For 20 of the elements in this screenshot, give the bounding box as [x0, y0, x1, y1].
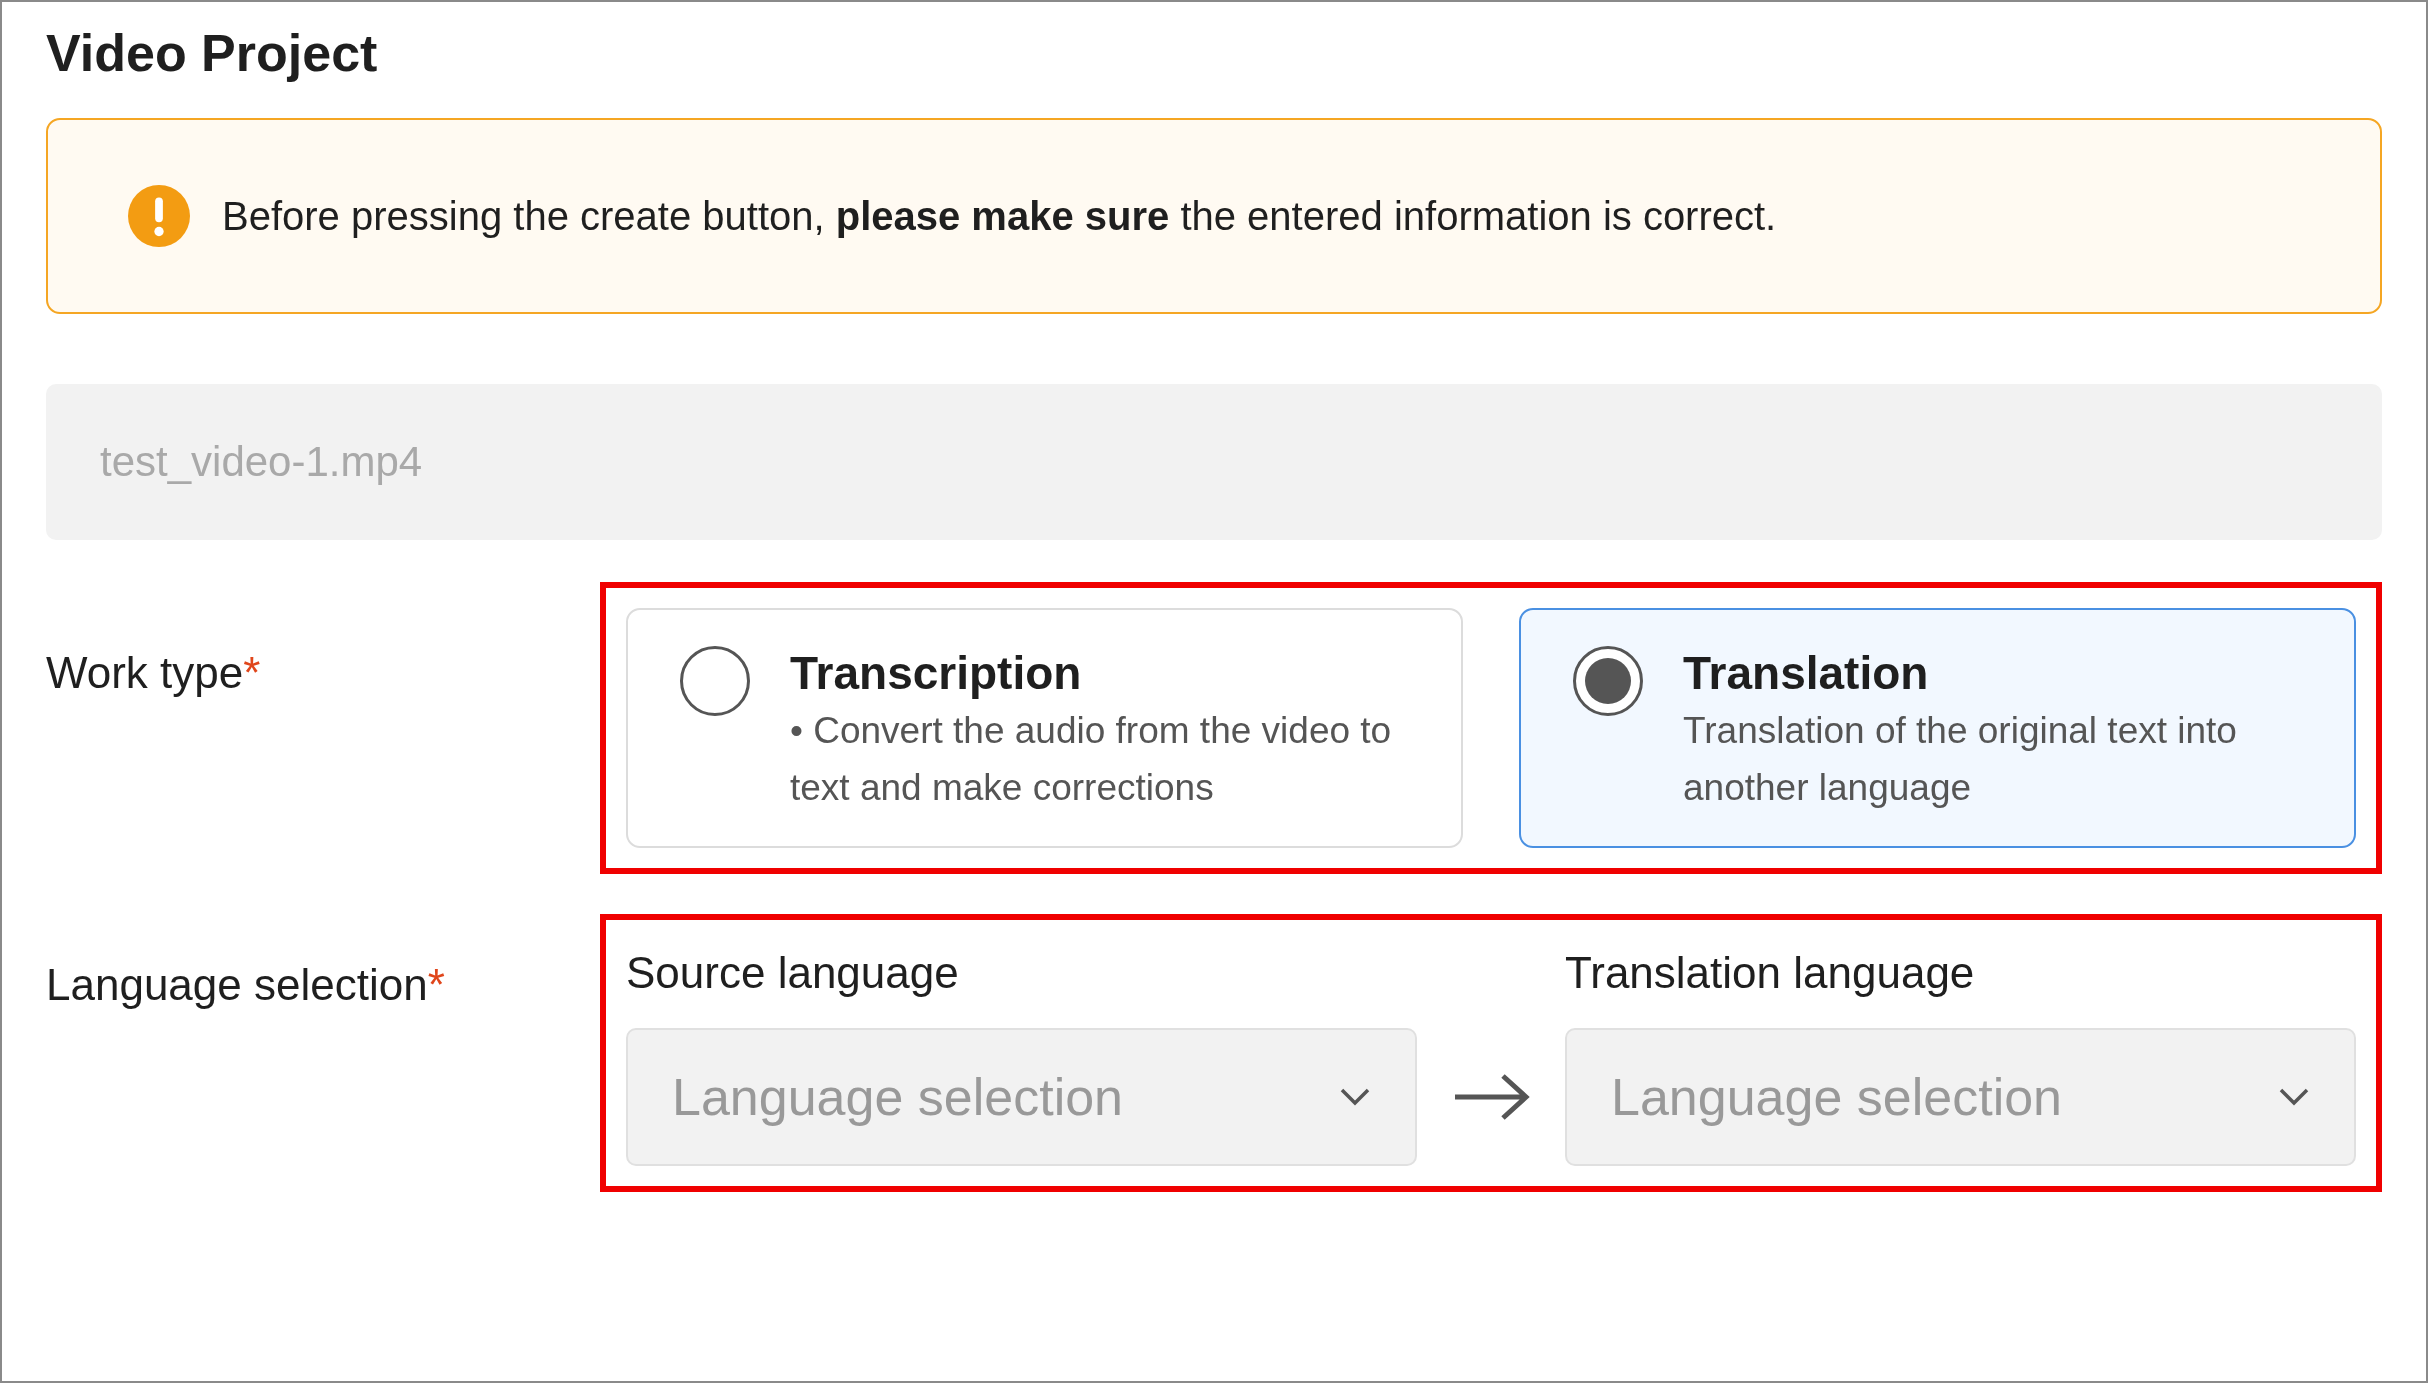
dropdown-label: Translation language	[1565, 947, 1976, 1000]
field-label: Language selection	[46, 960, 428, 1010]
work-type-option[interactable]: Transcription • Convert the audio from the video to text and make corrections	[626, 608, 1463, 849]
field-label: Work type	[46, 648, 244, 698]
language-dropdown[interactable]: Language selection	[1565, 1028, 2356, 1167]
warning-icon	[128, 185, 190, 248]
file-name-field[interactable]: test_video-1.mp4	[46, 384, 2382, 541]
option-title: Translation	[1683, 646, 1930, 702]
option-description: Translation of the original text into another language	[1683, 708, 2238, 810]
language-dropdown[interactable]: Language selection	[626, 1028, 1417, 1167]
option-title: Transcription	[790, 646, 1083, 702]
chevron-down-icon	[2278, 1087, 2310, 1108]
chevron-down-icon	[1339, 1087, 1371, 1108]
work-type-option[interactable]: Translation Translation of the original text into another language	[1519, 608, 2356, 849]
dropdown-label: Source language	[626, 947, 960, 1000]
required-asterisk: *	[243, 648, 261, 698]
alert-message: Before pressing the create button, please make sure the entered information is correct.	[222, 193, 1777, 241]
page-title: Video Project	[46, 23, 379, 84]
required-asterisk: *	[427, 960, 445, 1010]
option-description: • Convert the audio from the video to text and make corrections	[790, 708, 1393, 810]
